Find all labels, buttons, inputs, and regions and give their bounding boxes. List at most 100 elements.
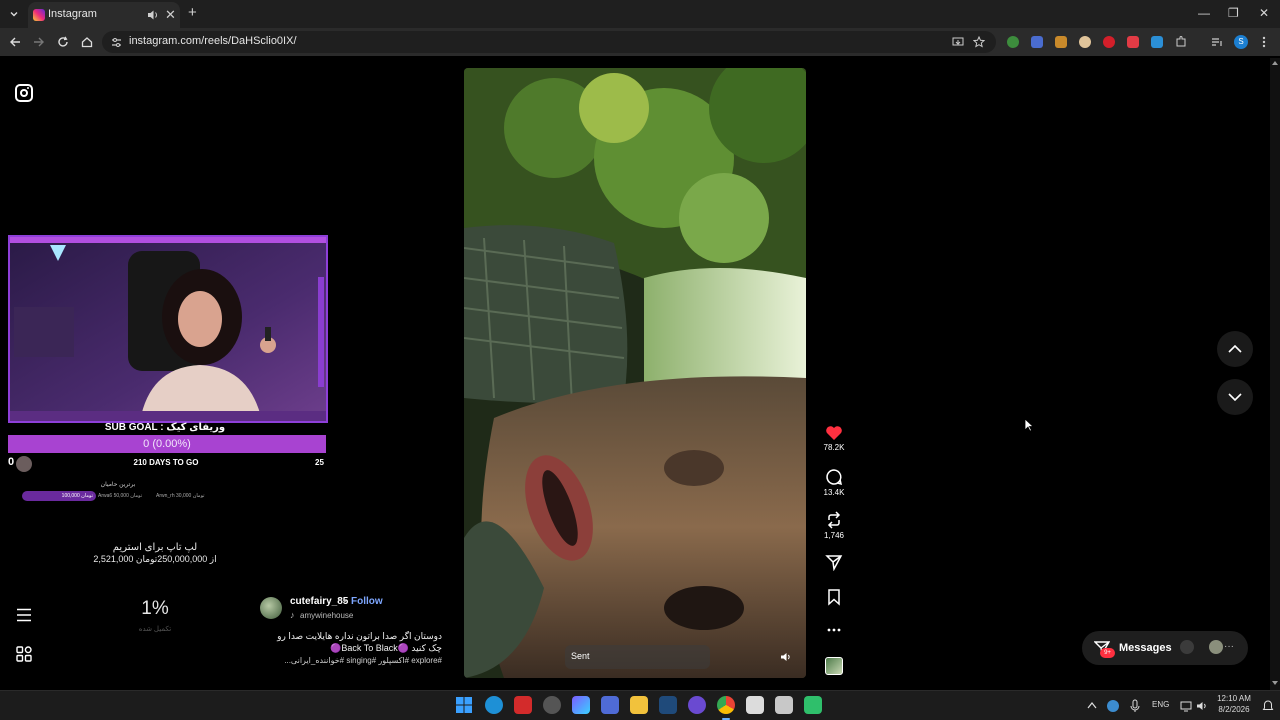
- messages-button[interactable]: 9+ Messages ···: [1082, 631, 1248, 665]
- reel-share-input[interactable]: Sent: [565, 645, 710, 669]
- network-icon[interactable]: [1180, 700, 1192, 712]
- app-icon[interactable]: [746, 696, 764, 714]
- grid-icon[interactable]: [15, 645, 33, 663]
- audio-thumbnail[interactable]: [825, 657, 843, 675]
- instagram-favicon-icon: [33, 9, 45, 21]
- webcam-image: [10, 237, 326, 421]
- minimize-button[interactable]: —: [1198, 6, 1210, 20]
- copilot-icon[interactable]: [572, 696, 590, 714]
- back-button[interactable]: [7, 34, 23, 50]
- extension-2-icon[interactable]: [1031, 36, 1043, 48]
- reel-options-button[interactable]: [822, 627, 846, 633]
- chevron-up-icon[interactable]: [1087, 701, 1097, 709]
- browser-tab-bar: Instagram ✕ + — ❐ ✕: [0, 0, 1280, 28]
- app-icon[interactable]: [804, 696, 822, 714]
- windows-start-icon[interactable]: [456, 697, 472, 713]
- tab-close-icon[interactable]: ✕: [165, 8, 176, 22]
- volume-icon[interactable]: [1196, 700, 1208, 712]
- streamer-avatar: [16, 456, 32, 472]
- new-tab-button[interactable]: +: [188, 5, 197, 21]
- tab-title: Instagram: [48, 8, 97, 20]
- app-icon[interactable]: [543, 696, 561, 714]
- donor-item: 100,000 تومان: [22, 491, 96, 501]
- chevron-down-icon: [10, 12, 18, 17]
- tab-search-button[interactable]: [4, 4, 24, 24]
- messages-badge: 9+: [1100, 648, 1115, 658]
- days-to-go: 210 DAYS TO GO: [133, 458, 199, 467]
- comment-button[interactable]: 13.4K: [822, 468, 846, 497]
- hamburger-icon[interactable]: [15, 608, 33, 622]
- author-avatar[interactable]: [260, 597, 282, 619]
- forward-button[interactable]: [31, 34, 47, 50]
- chrome-icon[interactable]: [717, 696, 735, 714]
- sub-goal-end: 25: [315, 458, 324, 467]
- media-controls-icon[interactable]: [1211, 36, 1223, 48]
- more-horizontal-icon: [827, 628, 841, 632]
- home-button[interactable]: [79, 34, 95, 50]
- caption-line: دوستان اگر صدا براتون نداره هایلایت صدا …: [277, 631, 442, 641]
- next-reel-button[interactable]: [1217, 379, 1253, 415]
- extension-4-icon[interactable]: [1079, 36, 1091, 48]
- like-button[interactable]: 78.2K: [822, 425, 846, 452]
- arrow-left-icon: [10, 37, 20, 47]
- previous-reel-button[interactable]: [1217, 331, 1253, 367]
- scroll-down-icon[interactable]: [1272, 680, 1278, 686]
- instagram-logo-icon[interactable]: [15, 84, 33, 102]
- language-indicator[interactable]: ENG: [1152, 700, 1169, 709]
- clock-date[interactable]: 8/2/2026: [1212, 705, 1256, 714]
- caption-hashtags[interactable]: #explore #اکسپلور #singing #خواننده_ایرا…: [262, 656, 442, 665]
- app-icon[interactable]: [601, 696, 619, 714]
- follow-button[interactable]: Follow: [351, 596, 383, 607]
- restore-button[interactable]: ❐: [1228, 6, 1239, 20]
- clock-time[interactable]: 12:10 AM: [1212, 694, 1256, 703]
- arrow-right-icon: [34, 37, 44, 47]
- save-button[interactable]: [822, 588, 846, 606]
- extension-3-icon[interactable]: [1055, 36, 1067, 48]
- reel-video-frame: [464, 68, 806, 678]
- install-app-icon[interactable]: [952, 36, 964, 48]
- app-icon[interactable]: [688, 696, 706, 714]
- file-explorer-icon[interactable]: [630, 696, 648, 714]
- home-icon: [81, 37, 93, 48]
- goal-percent: 1%: [141, 598, 169, 619]
- app-icon[interactable]: [514, 696, 532, 714]
- edge-icon[interactable]: [485, 696, 503, 714]
- page-scrollbar[interactable]: [1270, 58, 1280, 690]
- steam-icon[interactable]: [659, 696, 677, 714]
- extension-6-icon[interactable]: [1127, 36, 1139, 48]
- onedrive-icon[interactable]: [1107, 700, 1119, 712]
- reel-video[interactable]: [464, 68, 806, 678]
- audio-playing-icon[interactable]: [147, 9, 159, 21]
- extension-7-icon[interactable]: [1151, 36, 1163, 48]
- extension-1-icon[interactable]: [1007, 36, 1019, 48]
- bookmark-star-icon[interactable]: [973, 36, 985, 48]
- extension-5-icon[interactable]: [1103, 36, 1115, 48]
- share-button[interactable]: [822, 553, 846, 571]
- profile-avatar[interactable]: S: [1234, 35, 1248, 49]
- url-text[interactable]: instagram.com/reels/DaHSclio0IX/: [129, 35, 297, 47]
- volume-icon[interactable]: [780, 651, 792, 663]
- window-close-button[interactable]: ✕: [1259, 6, 1269, 20]
- browser-tab[interactable]: Instagram ✕: [28, 2, 180, 28]
- windows-taskbar: ENG 12:10 AM 8/2/2026: [0, 690, 1280, 720]
- audio-name[interactable]: amywinehouse: [300, 611, 353, 620]
- address-bar[interactable]: instagram.com/reels/DaHSclio0IX/: [102, 31, 996, 53]
- streamer-webcam-feed: [8, 235, 328, 423]
- extensions-puzzle-icon[interactable]: [1175, 36, 1187, 48]
- microphone-icon[interactable]: [1130, 699, 1140, 713]
- site-info-icon[interactable]: [111, 37, 122, 48]
- bookmark-icon: [828, 589, 840, 606]
- donor-item: Arwa6 تومان 50,000: [98, 493, 143, 499]
- reposts-count: 1,746: [823, 531, 845, 540]
- author-username[interactable]: cutefairy_85: [290, 596, 348, 607]
- donor-item: Arwn_rh تومان 30,000: [156, 493, 205, 499]
- notifications-icon[interactable]: [1262, 700, 1274, 712]
- more-vertical-icon[interactable]: [1261, 35, 1267, 49]
- repost-icon: [827, 511, 841, 529]
- sent-label: Sent: [571, 651, 590, 661]
- reload-button[interactable]: [55, 34, 71, 50]
- scroll-up-icon[interactable]: [1272, 60, 1278, 66]
- messages-more: ···: [1224, 641, 1234, 652]
- app-icon[interactable]: [775, 696, 793, 714]
- repost-button[interactable]: 1,746: [822, 511, 846, 540]
